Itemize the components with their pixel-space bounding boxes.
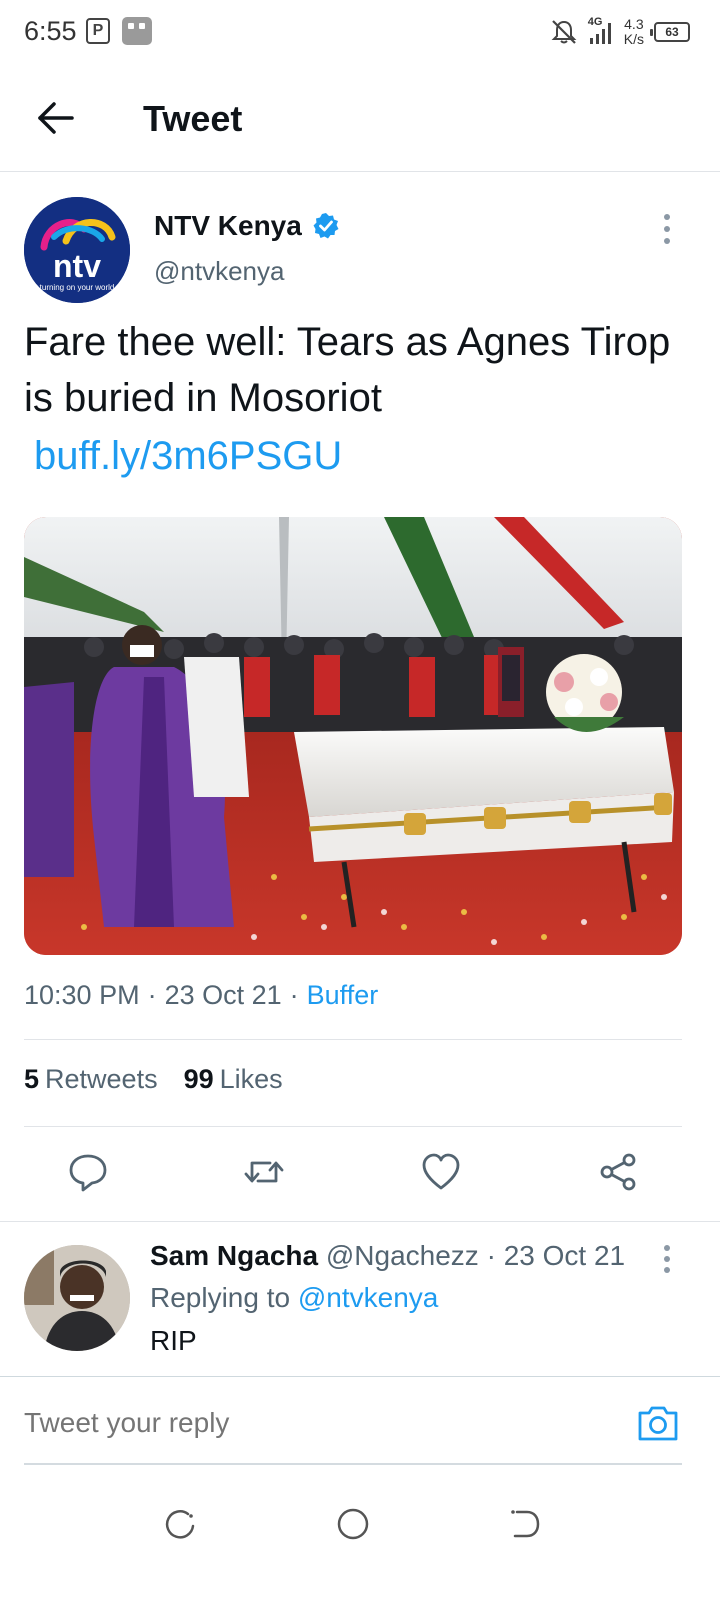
home-icon[interactable] — [333, 1504, 373, 1544]
mute-notifications-icon — [551, 20, 577, 44]
section-divider — [0, 1221, 720, 1222]
meta-separator: · — [147, 980, 157, 1010]
like-heart-icon[interactable] — [419, 1150, 463, 1194]
retweets-stat[interactable]: 5 Retweets — [24, 1064, 158, 1095]
tweet-media-photo[interactable] — [24, 517, 682, 955]
parking-notification-icon: P — [86, 18, 110, 44]
camera-icon[interactable] — [636, 1403, 680, 1443]
person-avatar-icon — [24, 1245, 130, 1351]
meta-separator: · — [486, 1240, 496, 1271]
back-arrow-icon[interactable] — [30, 96, 80, 140]
tweet-source-link[interactable]: Buffer — [307, 980, 379, 1011]
network-speed: 4.3 K/s — [623, 16, 644, 47]
battery-icon: 63 — [650, 22, 690, 42]
reply-header: Sam Ngacha @Ngachezz · 23 Oct 21 — [150, 1240, 625, 1272]
tweet-time: 10:30 PM — [24, 980, 140, 1010]
status-time: 6:55 — [24, 16, 77, 46]
author-name[interactable]: NTV Kenya — [154, 210, 340, 242]
reply-input[interactable] — [24, 1407, 584, 1439]
svg-text:ntv: ntv — [53, 248, 101, 284]
more-options-icon[interactable] — [658, 212, 676, 246]
signal-4g-icon: 4G — [588, 16, 614, 46]
system-navigation-bar — [0, 1480, 720, 1600]
top-app-bar: Tweet — [0, 64, 720, 172]
reply-more-options-icon[interactable] — [658, 1244, 676, 1274]
recent-apps-icon[interactable] — [160, 1504, 200, 1544]
tweet-date: 23 Oct 21 — [164, 980, 282, 1010]
tweet-stats: 5 Retweets 99 Likes — [24, 1064, 283, 1095]
tweet-meta: 10:30 PM · 23 Oct 21 · Buffer — [24, 980, 378, 1011]
funeral-photo-illustration — [24, 517, 682, 955]
retweet-icon[interactable] — [242, 1150, 286, 1194]
author-handle[interactable]: @ntvkenya — [154, 256, 284, 287]
reply-author-avatar[interactable] — [24, 1245, 130, 1351]
ntv-logo-icon: ntv turning on your world — [24, 197, 130, 303]
replying-to: Replying to @ntvkenya — [150, 1282, 439, 1313]
reply-text: RIP — [150, 1325, 197, 1356]
author-avatar[interactable]: ntv turning on your world — [24, 197, 130, 303]
author-name-text: NTV Kenya — [154, 210, 302, 241]
replying-to-handle[interactable]: @ntvkenya — [298, 1282, 439, 1313]
share-icon[interactable] — [596, 1150, 640, 1194]
app-notification-icon — [122, 17, 152, 45]
verified-badge-icon — [313, 213, 339, 239]
tweet-link[interactable]: buff.ly/3m6PSGU — [34, 428, 342, 484]
tweet-actions — [24, 1150, 682, 1198]
reply-icon[interactable] — [66, 1150, 110, 1194]
reply-date: 23 Oct 21 — [503, 1240, 626, 1271]
tweet-text: Fare thee well: Tears as Agnes Tirop is … — [24, 320, 671, 420]
likes-stat[interactable]: 99 Likes — [184, 1064, 283, 1095]
page-title: Tweet — [143, 98, 243, 139]
reply-author-name[interactable]: Sam Ngacha — [150, 1240, 318, 1271]
back-nav-icon[interactable] — [505, 1504, 545, 1544]
reply-composer — [0, 1376, 720, 1468]
meta-separator: · — [289, 980, 299, 1010]
divider — [24, 1039, 682, 1040]
status-bar: 6:55 P 4G 4.3 K/s 63 — [0, 0, 720, 64]
svg-text:turning on your world: turning on your world — [40, 283, 115, 292]
reply-author-handle[interactable]: @Ngachezz — [326, 1240, 479, 1271]
divider — [24, 1126, 682, 1127]
composer-underline — [24, 1463, 682, 1465]
